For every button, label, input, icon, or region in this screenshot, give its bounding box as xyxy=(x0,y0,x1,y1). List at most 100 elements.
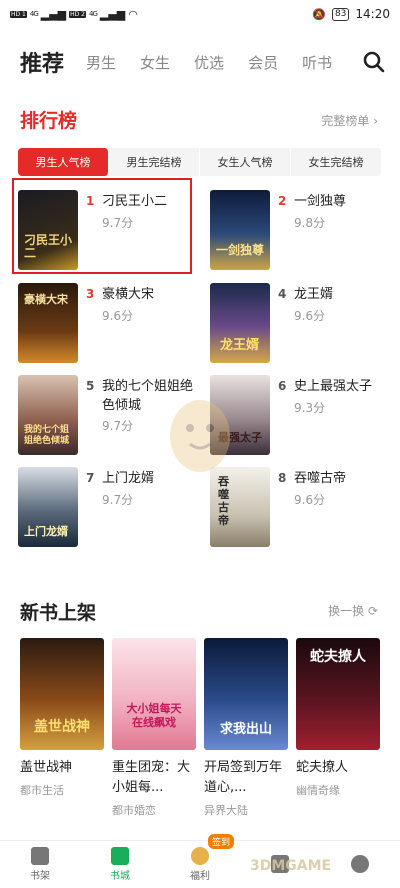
book-category: 都市婚恋 xyxy=(112,804,156,817)
tab-male-popular[interactable]: 男生人气榜 xyxy=(18,148,109,176)
rank-item[interactable]: 豪横大宋 3 豪横大宋 9.6分 xyxy=(18,283,198,365)
refresh-label: 换一换 xyxy=(328,604,365,618)
rank-item[interactable]: 龙王婿 4 龙王婿 9.6分 xyxy=(210,283,390,365)
cover-title: 上门龙婿 xyxy=(24,525,68,538)
nav-label: 福利 xyxy=(190,871,210,882)
book-cover: 一剑独尊 xyxy=(210,190,270,270)
book-score: 9.6分 xyxy=(294,309,326,323)
cover-title: 豪横大宋 xyxy=(24,293,68,306)
mute-icon: 🔕 xyxy=(312,7,326,21)
tab-female-finished[interactable]: 女生完结榜 xyxy=(291,148,382,176)
new-book-item[interactable]: 求我出山 开局签到万年道心,... 异界大陆 xyxy=(204,638,288,818)
book-title: 史上最强太子 xyxy=(294,379,373,394)
cover-title: 吞噬古帝 xyxy=(218,475,229,527)
watermark-logo: 3DMGAME xyxy=(250,858,332,874)
book-cover: 蛇夫撩人 xyxy=(296,638,380,750)
book-cover: 我的七个姐姐绝色倾城 xyxy=(18,375,78,455)
bookstore-icon xyxy=(111,847,129,865)
tab-male-finished[interactable]: 男生完结榜 xyxy=(109,148,200,176)
profile-icon xyxy=(351,854,369,873)
wifi-icon: ◠ xyxy=(128,7,138,21)
refresh-link[interactable]: 换一换 ⟳ xyxy=(328,602,378,619)
rank-number: 4 xyxy=(278,287,287,301)
new-book-item[interactable]: 盖世战神 盖世战神 都市生活 xyxy=(20,638,104,798)
rank-item[interactable]: 一剑独尊 2 一剑独尊 9.8分 xyxy=(210,190,390,272)
cover-title: 大小姐每天在线飙戏 xyxy=(126,702,182,729)
rank-item[interactable]: 上门龙婿 7 上门龙婿 9.7分 xyxy=(18,467,198,549)
book-score: 9.3分 xyxy=(294,401,326,415)
book-cover: 盖世战神 xyxy=(20,638,104,750)
tab-recommend[interactable]: 推荐 xyxy=(20,46,64,78)
book-cover: 吞噬古帝 xyxy=(210,467,270,547)
book-cover: 豪横大宋 xyxy=(18,283,78,363)
book-title: 吞噬古帝 xyxy=(294,471,347,486)
book-cover: 上门龙婿 xyxy=(18,467,78,547)
book-score: 9.7分 xyxy=(102,493,134,507)
full-ranking-link[interactable]: 完整榜单 › xyxy=(321,112,378,129)
signal-bars-icon: ▂▄▆ xyxy=(40,7,67,21)
rank-number: 3 xyxy=(86,287,95,301)
bookshelf-icon xyxy=(31,847,49,865)
bottom-nav: 书架 书城 福利 xyxy=(0,840,400,888)
nav-label: 书架 xyxy=(30,871,50,882)
chevron-right-icon: › xyxy=(373,114,378,128)
tab-female-popular[interactable]: 女生人气榜 xyxy=(200,148,291,176)
tab-male[interactable]: 男生 xyxy=(86,52,116,73)
rank-number: 6 xyxy=(278,379,287,393)
book-title: 豪横大宋 xyxy=(102,287,155,302)
ranking-title: 排行榜 xyxy=(20,110,78,132)
full-ranking-label: 完整榜单 xyxy=(321,114,370,128)
ranking-tabs: 男生人气榜 男生完结榜 女生人气榜 女生完结榜 xyxy=(18,148,382,176)
cover-title: 我的七个姐姐绝色倾城 xyxy=(24,425,70,446)
status-bar: HD 1 4G ▂▄▆ HD 2 4G ▂▄▆ ◠ 🔕 83 14:20 xyxy=(0,0,400,28)
rank-number: 8 xyxy=(278,471,287,485)
book-category: 都市生活 xyxy=(20,784,64,797)
book-score: 9.7分 xyxy=(102,419,134,433)
welfare-icon xyxy=(191,847,209,865)
book-title: 盖世战神 xyxy=(20,760,73,775)
battery-icon: 83 xyxy=(331,7,350,21)
cover-title: 蛇夫撩人 xyxy=(310,649,366,665)
nav-profile[interactable] xyxy=(320,841,400,888)
book-title: 重生团宠：大小姐每... xyxy=(112,760,191,795)
tab-selected[interactable]: 优选 xyxy=(194,52,224,73)
tab-vip[interactable]: 会员 xyxy=(248,52,278,73)
tab-female[interactable]: 女生 xyxy=(140,52,170,73)
book-score: 9.6分 xyxy=(102,309,134,323)
signal-bars-icon-2: ▂▄▆ xyxy=(99,7,126,21)
hd2-indicator: HD 2 xyxy=(69,10,86,18)
mascot-icon xyxy=(170,400,230,472)
clock: 14:20 xyxy=(355,7,390,21)
book-title: 龙王婿 xyxy=(294,287,334,302)
top-tabs: 推荐 男生 女生 优选 会员 听书 xyxy=(0,42,400,82)
book-score: 9.8分 xyxy=(294,216,326,230)
tab-audio[interactable]: 听书 xyxy=(302,52,332,73)
hd1-indicator: HD 1 xyxy=(10,10,27,18)
nav-label: 书城 xyxy=(110,871,130,882)
signin-badge: 签到 xyxy=(208,834,235,849)
signal-icon: 4G xyxy=(29,10,39,18)
search-icon[interactable] xyxy=(362,50,386,74)
book-title: 开局签到万年道心,... xyxy=(204,760,283,795)
rank-number: 7 xyxy=(86,471,95,485)
book-score: 9.6分 xyxy=(294,493,326,507)
rank-number: 2 xyxy=(278,194,287,208)
new-book-item[interactable]: 蛇夫撩人 蛇夫撩人 幽情奇缘 xyxy=(296,638,380,798)
nav-bookshelf[interactable]: 书架 xyxy=(0,841,80,888)
book-cover: 龙王婿 xyxy=(210,283,270,363)
book-category: 幽情奇缘 xyxy=(296,784,340,797)
book-cover: 求我出山 xyxy=(204,638,288,750)
new-book-item[interactable]: 大小姐每天在线飙戏 重生团宠：大小姐每... 都市婚恋 xyxy=(112,638,196,818)
book-category: 异界大陆 xyxy=(204,804,248,817)
book-title: 一剑独尊 xyxy=(294,194,347,209)
nav-bookstore[interactable]: 书城 xyxy=(80,841,160,888)
signal-icon-2: 4G xyxy=(89,10,98,18)
cover-title: 一剑独尊 xyxy=(216,243,265,257)
cover-title: 盖世战神 xyxy=(34,719,90,735)
new-books-title: 新书上架 xyxy=(20,602,97,624)
highlight-box xyxy=(12,178,192,274)
refresh-icon: ⟳ xyxy=(367,604,378,618)
rank-item[interactable]: 吞噬古帝 8 吞噬古帝 9.6分 xyxy=(210,467,390,549)
cover-title: 龙王婿 xyxy=(220,338,260,353)
rank-number: 5 xyxy=(86,379,95,393)
